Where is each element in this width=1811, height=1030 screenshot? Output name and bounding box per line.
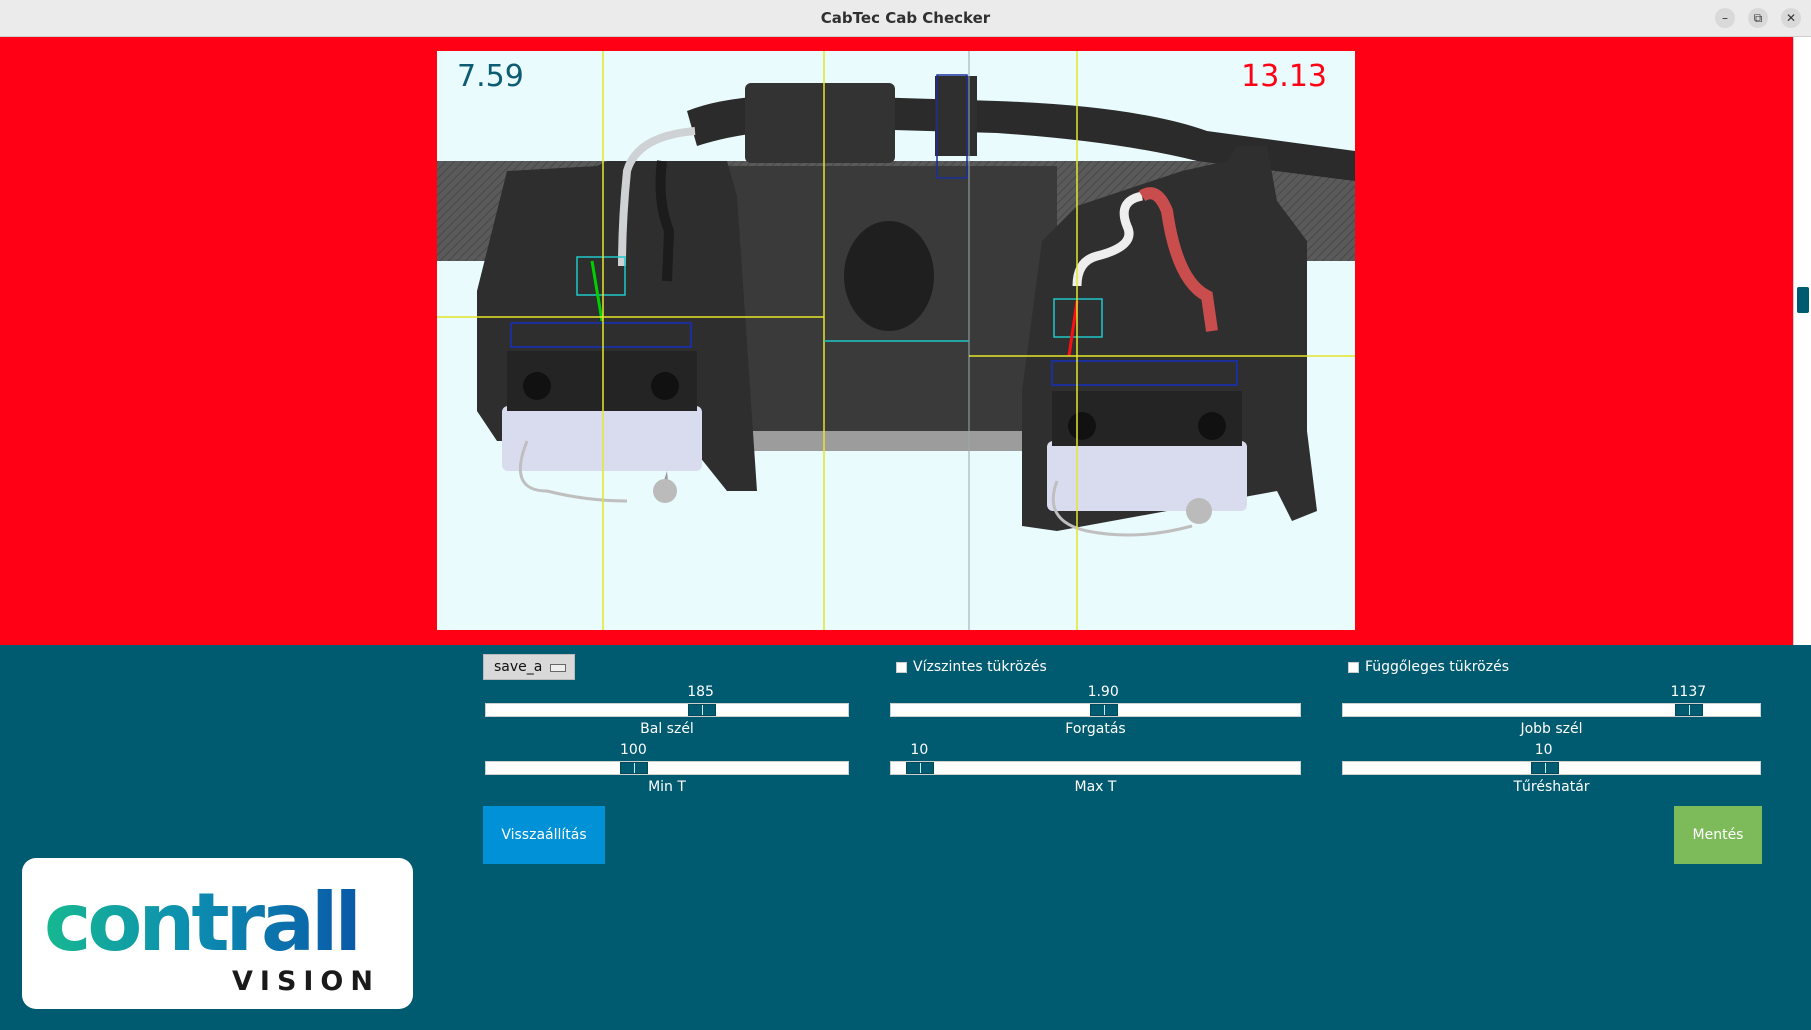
svg-text:contrall: contrall — [44, 876, 358, 969]
slider-thumb[interactable] — [1675, 704, 1704, 716]
horizontal-mirror-label: Vízszintes tükrözés — [913, 659, 1047, 675]
save-button[interactable]: Mentés — [1674, 806, 1762, 864]
tolerance-value: 10 — [1534, 742, 1553, 758]
left-edge-label: Bal szél — [640, 721, 694, 737]
profile-select-value: save_a — [494, 659, 543, 675]
slider-thumb[interactable] — [687, 704, 716, 716]
right-measurement: 13.13 — [1241, 59, 1327, 94]
window-title: CabTec Cab Checker — [820, 9, 991, 27]
title-bar: CabTec Cab Checker – ⧉ ✕ — [0, 0, 1811, 37]
logo-graphic: contrall VISION — [44, 876, 380, 997]
profile-select[interactable]: save_a — [483, 654, 575, 680]
max-t-label: Max T — [1074, 779, 1117, 795]
min-t-label: Min T — [648, 779, 686, 795]
vertical-mirror-label: Függőleges tükrözés — [1365, 659, 1509, 675]
scrollbar-thumb[interactable] — [1797, 287, 1809, 313]
rotation-slider[interactable] — [890, 703, 1301, 717]
maximize-button[interactable]: ⧉ — [1748, 8, 1768, 28]
right-edge-slider[interactable] — [1342, 703, 1761, 717]
min-t-value: 100 — [620, 742, 647, 758]
rotation-label: Forgatás — [1065, 721, 1126, 737]
camera-view: 7.59 13.13 — [437, 51, 1355, 630]
vertical-mirror-checkbox[interactable]: Függőleges tükrözés — [1348, 659, 1509, 675]
right-edge-label: Jobb szél — [1520, 721, 1583, 737]
left-edge-slider[interactable] — [485, 703, 849, 717]
company-logo: contrall VISION — [22, 858, 413, 1009]
right-edge-value: 1137 — [1670, 684, 1707, 700]
camera-image — [437, 51, 1355, 630]
max-t-slider[interactable] — [890, 761, 1301, 775]
horizontal-mirror-checkbox[interactable]: Vízszintes tükrözés — [896, 659, 1047, 675]
left-edge-value: 185 — [687, 684, 714, 700]
minimize-button[interactable]: – — [1715, 8, 1735, 28]
close-button[interactable]: ✕ — [1781, 8, 1801, 28]
checkbox-icon[interactable] — [1348, 661, 1359, 673]
checkbox-icon[interactable] — [896, 661, 907, 673]
dropdown-indicator-icon — [550, 664, 566, 672]
tolerance-label: Tűréshatár — [1513, 779, 1590, 795]
slider-thumb[interactable] — [620, 762, 649, 774]
left-measurement: 7.59 — [457, 59, 524, 94]
slider-thumb[interactable] — [906, 762, 935, 774]
vertical-scrollbar[interactable] — [1793, 37, 1811, 645]
reset-button[interactable]: Visszaállítás — [483, 806, 605, 864]
tolerance-slider[interactable] — [1342, 761, 1761, 775]
min-t-slider[interactable] — [485, 761, 849, 775]
slider-thumb[interactable] — [1530, 762, 1559, 774]
rotation-value: 1.90 — [1087, 684, 1119, 700]
slider-thumb[interactable] — [1090, 704, 1119, 716]
max-t-value: 10 — [910, 742, 929, 758]
svg-text:VISION: VISION — [232, 966, 380, 997]
